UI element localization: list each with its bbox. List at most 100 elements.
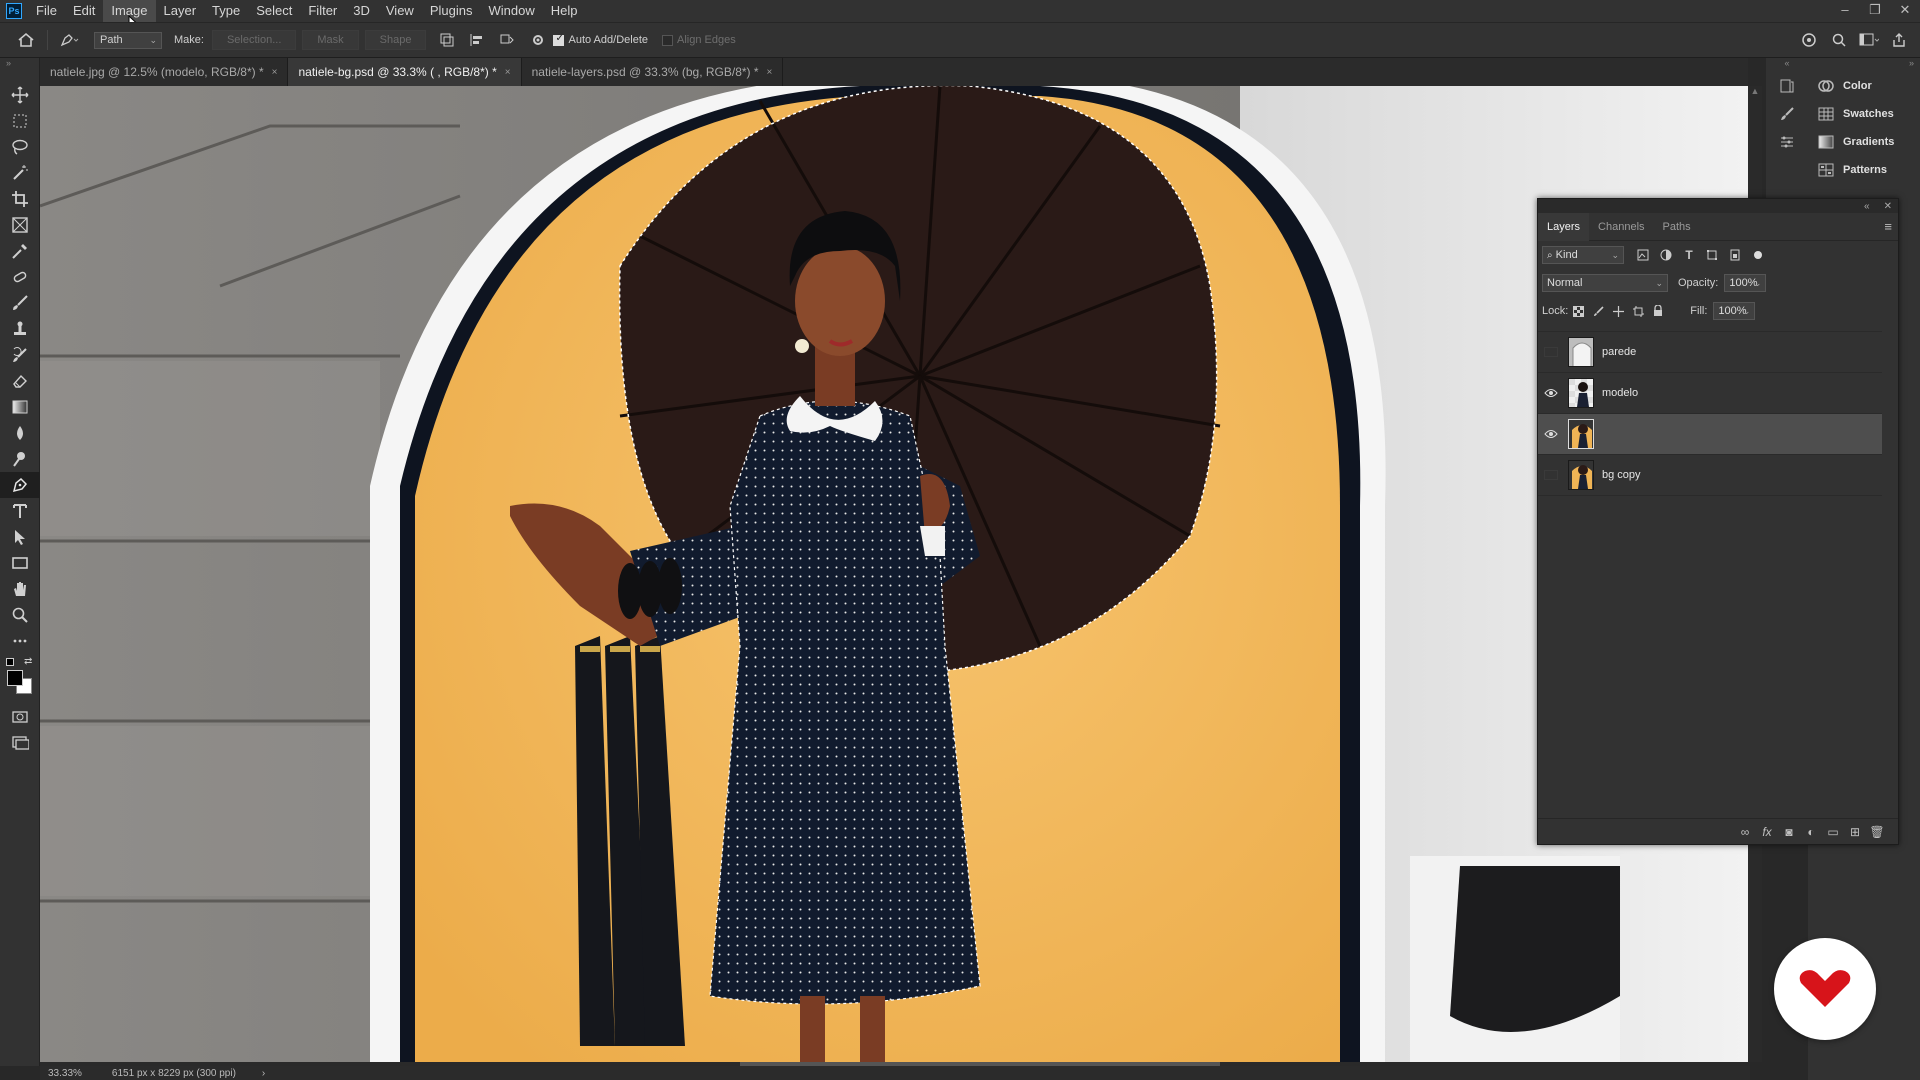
color-swatches[interactable]: ⇄ — [0, 654, 39, 704]
eyedropper-tool-icon[interactable] — [0, 238, 40, 264]
blur-tool-icon[interactable] — [0, 420, 40, 446]
tab-channels[interactable]: Channels — [1589, 213, 1653, 241]
trash-icon[interactable]: 🗑 — [1866, 825, 1888, 839]
adjustments-icon[interactable] — [1766, 128, 1808, 156]
close-icon[interactable]: × — [505, 67, 511, 78]
filter-shape-icon[interactable] — [1703, 246, 1721, 264]
menu-layer[interactable]: Layer — [156, 0, 205, 22]
panel-menu-icon[interactable]: ≡ — [1884, 219, 1892, 234]
default-colors-icon[interactable] — [6, 658, 14, 666]
layer-row-bg-copy[interactable]: bg copy — [1538, 454, 1882, 495]
menu-select[interactable]: Select — [248, 0, 300, 22]
more-tools-icon[interactable] — [0, 628, 40, 654]
hand-tool-icon[interactable] — [0, 576, 40, 602]
close-icon[interactable]: × — [272, 67, 278, 78]
fill-input[interactable]: 100% ⌄ — [1713, 302, 1756, 320]
make-shape-button[interactable]: Shape — [364, 30, 427, 50]
dock-item-patterns[interactable]: Patterns — [1808, 156, 1920, 184]
tab-paths[interactable]: Paths — [1654, 213, 1700, 241]
foreground-color-swatch[interactable] — [7, 670, 23, 686]
gradient-tool-icon[interactable] — [0, 394, 40, 420]
scroll-up-icon[interactable]: ▲ — [1748, 86, 1762, 96]
menu-edit[interactable]: Edit — [65, 0, 103, 22]
collapse-strip-icon[interactable]: « — [1766, 58, 1808, 72]
menu-help[interactable]: Help — [543, 0, 586, 22]
magic-wand-tool-icon[interactable] — [0, 160, 40, 186]
visibility-toggle-hidden[interactable] — [1538, 332, 1564, 373]
healing-brush-tool-icon[interactable] — [0, 264, 40, 290]
history-icon[interactable] — [1766, 72, 1808, 100]
close-button[interactable]: ✕ — [1890, 0, 1920, 22]
filter-pixel-icon[interactable] — [1634, 246, 1652, 264]
add-mask-icon[interactable]: ◙ — [1778, 825, 1800, 839]
layer-row-modelo[interactable]: modelo — [1538, 372, 1882, 413]
status-menu-arrow-icon[interactable]: › — [262, 1068, 265, 1079]
zoom-tool-icon[interactable] — [0, 602, 40, 628]
quick-mask-icon[interactable] — [0, 704, 40, 730]
auto-add-delete-checkbox[interactable]: Auto Add/Delete — [553, 33, 648, 46]
tab-natiele-bg-psd[interactable]: natiele-bg.psd @ 33.3% ( , RGB/8*) * × — [288, 58, 522, 86]
layer-style-fx-icon[interactable]: fx — [1756, 825, 1778, 839]
pen-tool-preset-icon[interactable] — [57, 28, 81, 52]
screen-mode-icon[interactable] — [0, 730, 40, 756]
link-layers-icon[interactable]: ∞ — [1734, 825, 1756, 839]
opacity-input[interactable]: 100% ⌄ — [1724, 274, 1767, 292]
close-panel-icon[interactable]: ✕ — [1884, 201, 1892, 212]
filter-smart-object-icon[interactable] — [1726, 246, 1744, 264]
make-mask-button[interactable]: Mask — [302, 30, 359, 50]
menu-3d[interactable]: 3D — [345, 0, 378, 22]
filter-kind-select[interactable]: ⌕ Kind ⌄ — [1542, 246, 1624, 264]
collapse-panel-icon[interactable]: « — [1864, 201, 1870, 212]
clone-stamp-tool-icon[interactable] — [0, 316, 40, 342]
collapse-dock-icon[interactable]: » — [1808, 58, 1920, 72]
eye-icon[interactable] — [1538, 414, 1564, 455]
dodge-tool-icon[interactable] — [0, 446, 40, 472]
search-icon[interactable] — [1827, 28, 1851, 52]
tab-natiele-jpg[interactable]: natiele.jpg @ 12.5% (modelo, RGB/8*) * × — [40, 58, 289, 86]
type-tool-icon[interactable] — [0, 498, 40, 524]
frame-tool-icon[interactable] — [0, 212, 40, 238]
align-edges-checkbox[interactable]: Align Edges — [662, 34, 736, 46]
menu-window[interactable]: Window — [480, 0, 542, 22]
path-alignment-icon[interactable] — [465, 28, 489, 52]
swap-colors-icon[interactable]: ⇄ — [24, 656, 32, 667]
lock-all-icon[interactable] — [1648, 305, 1668, 317]
restore-button[interactable]: ❐ — [1860, 0, 1890, 22]
lock-artboard-icon[interactable] — [1628, 305, 1648, 317]
menu-file[interactable]: File — [28, 0, 65, 22]
dock-item-swatches[interactable]: Swatches — [1808, 100, 1920, 128]
brush-settings-icon[interactable] — [1766, 100, 1808, 128]
new-layer-icon[interactable]: ⊞ — [1844, 825, 1866, 839]
workspace-icon[interactable] — [1857, 28, 1881, 52]
crop-tool-icon[interactable] — [0, 186, 40, 212]
menu-filter[interactable]: Filter — [300, 0, 345, 22]
tool-mode-select[interactable]: Path ⌄ — [94, 31, 162, 49]
share-icon[interactable] — [1887, 28, 1911, 52]
new-group-folder-icon[interactable]: ▭ — [1822, 825, 1844, 839]
layer-row-parede[interactable]: parede — [1538, 331, 1882, 372]
brush-tool-icon[interactable] — [0, 290, 40, 316]
zoom-level[interactable]: 33.33% — [48, 1068, 82, 1079]
eraser-tool-icon[interactable] — [0, 368, 40, 394]
lock-transparent-pixels-icon[interactable] — [1568, 305, 1588, 317]
cloud-docs-icon[interactable] — [1797, 28, 1821, 52]
filter-toggle-icon[interactable] — [1749, 246, 1767, 264]
tab-natiele-layers-psd[interactable]: natiele-layers.psd @ 33.3% (bg, RGB/8*) … — [521, 58, 784, 86]
lock-position-icon[interactable] — [1608, 305, 1628, 317]
lock-image-pixels-icon[interactable] — [1588, 305, 1608, 317]
visibility-toggle-hidden[interactable] — [1538, 455, 1564, 496]
menu-type[interactable]: Type — [204, 0, 248, 22]
path-selection-tool-icon[interactable] — [0, 524, 40, 550]
filter-type-icon[interactable]: T — [1680, 246, 1698, 264]
rectangle-tool-icon[interactable] — [0, 550, 40, 576]
panel-title-bar[interactable]: « ✕ — [1538, 199, 1898, 213]
menu-view[interactable]: View — [378, 0, 422, 22]
menu-plugins[interactable]: Plugins — [422, 0, 481, 22]
collapse-toolbar-icon[interactable]: » — [0, 58, 39, 82]
path-operations-icon[interactable] — [435, 28, 459, 52]
dock-item-color[interactable]: Color — [1808, 72, 1920, 100]
filter-adjustment-icon[interactable] — [1657, 246, 1675, 264]
lasso-tool-icon[interactable] — [0, 134, 40, 160]
home-icon[interactable] — [14, 28, 38, 52]
blend-mode-select[interactable]: Normal ⌄ — [1542, 274, 1668, 292]
